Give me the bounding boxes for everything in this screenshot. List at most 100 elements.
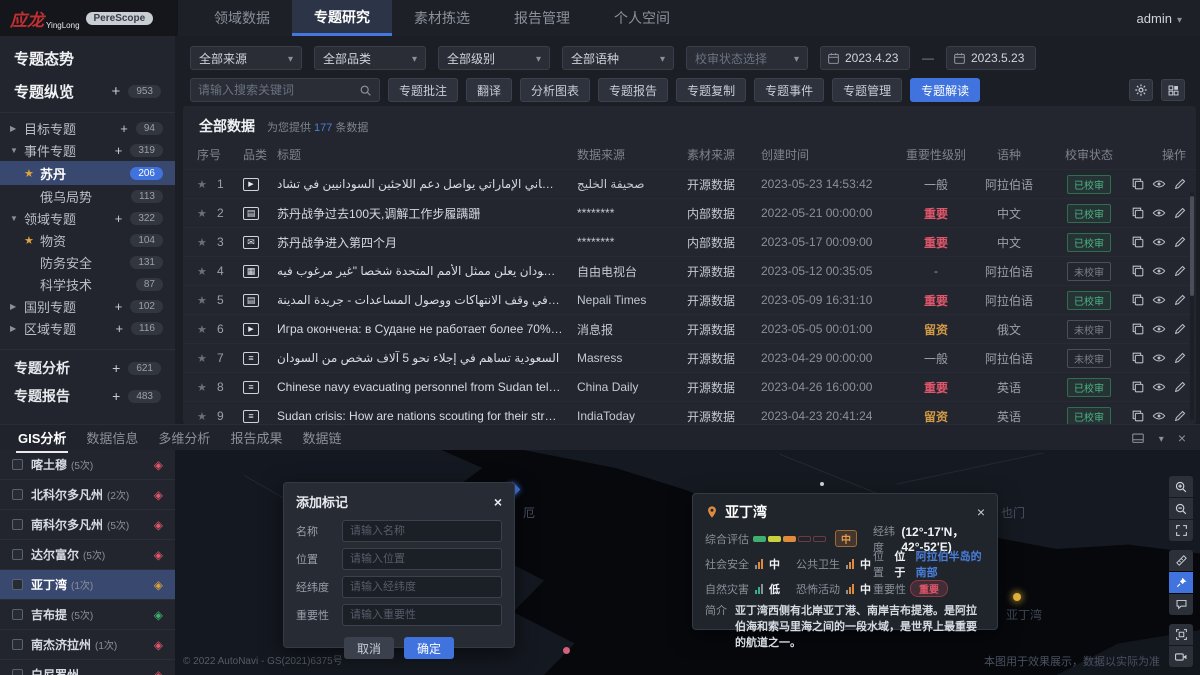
date-from-picker[interactable]: 2023.4.23 xyxy=(820,46,910,70)
location-north-kordofan[interactable]: 北科尔多凡州(2次) xyxy=(0,480,175,510)
zoom-out-button[interactable] xyxy=(1169,498,1193,519)
topic-report-button[interactable]: 专题报告 xyxy=(598,78,668,102)
row-title[interactable]: Sudan crisis: How are nations scouting f… xyxy=(277,409,577,423)
edit-icon[interactable] xyxy=(1173,206,1187,220)
sidebar-item-target-topics[interactable]: 目标专题94 xyxy=(0,117,175,139)
importance-field[interactable] xyxy=(342,604,502,626)
close-icon[interactable] xyxy=(1178,430,1186,446)
edit-icon[interactable] xyxy=(1173,409,1187,423)
sidebar-title-overview[interactable]: 专题纵览 953 xyxy=(0,71,175,113)
checkbox[interactable] xyxy=(12,579,23,590)
eye-icon[interactable] xyxy=(1152,351,1166,365)
eye-icon[interactable] xyxy=(1152,235,1166,249)
copy-icon[interactable] xyxy=(1131,322,1145,336)
nav-personal-space[interactable]: 个人空间 xyxy=(592,0,692,36)
table-row[interactable]: 1الفريق الإنساني الإماراتي يواصل دعم الل… xyxy=(183,169,1196,198)
eye-icon[interactable] xyxy=(1152,206,1166,220)
comment-button[interactable] xyxy=(1169,594,1193,615)
copy-icon[interactable] xyxy=(1131,235,1145,249)
sidebar-item-topic-analysis[interactable]: 专题分析621 xyxy=(0,354,175,382)
sidebar-item-sudan[interactable]: 苏丹206 xyxy=(0,161,175,185)
translate-button[interactable]: 翻译 xyxy=(466,78,512,102)
table-row[interactable]: 9Sudan crisis: How are nations scouting … xyxy=(183,401,1196,424)
copy-icon[interactable] xyxy=(1131,293,1145,307)
edit-icon[interactable] xyxy=(1173,293,1187,307)
category-filter-dropdown[interactable]: 全部品类 xyxy=(314,46,426,70)
add-icon[interactable] xyxy=(115,321,123,336)
row-title[interactable]: Игра окончена: в Судане не работает боле… xyxy=(277,322,577,336)
tab-data-chain[interactable]: 数据链 xyxy=(300,424,343,451)
analysis-chart-button[interactable]: 分析图表 xyxy=(520,78,590,102)
star-icon[interactable] xyxy=(197,178,217,191)
name-field[interactable] xyxy=(342,520,502,542)
cancel-button[interactable]: 取消 xyxy=(344,637,394,659)
panel-icon[interactable] xyxy=(1131,431,1145,445)
nav-domain-data[interactable]: 领域数据 xyxy=(192,0,292,36)
eye-icon[interactable] xyxy=(1152,380,1166,394)
star-icon[interactable] xyxy=(197,381,217,394)
row-title[interactable]: 苏丹战争进入第四个月 xyxy=(277,234,577,251)
add-icon[interactable] xyxy=(112,360,120,376)
fullscreen-button[interactable] xyxy=(1169,520,1193,541)
nav-topic-research[interactable]: 专题研究 xyxy=(292,0,392,36)
checkbox[interactable] xyxy=(12,519,23,530)
settings-button[interactable] xyxy=(1129,79,1153,101)
language-filter-dropdown[interactable]: 全部语种 xyxy=(562,46,674,70)
edit-icon[interactable] xyxy=(1173,264,1187,278)
tab-gis-analysis[interactable]: GIS分析 xyxy=(16,424,68,451)
marker-icon[interactable] xyxy=(154,578,163,592)
add-icon[interactable] xyxy=(115,211,123,226)
marker-icon[interactable] xyxy=(154,548,163,562)
table-row[interactable]: 8Chinese navy evacuating personnel from … xyxy=(183,372,1196,401)
sidebar-item-defense-security[interactable]: 防务安全131 xyxy=(0,251,175,273)
star-icon[interactable] xyxy=(197,352,217,365)
checkbox[interactable] xyxy=(12,459,23,470)
nav-report-manage[interactable]: 报告管理 xyxy=(492,0,592,36)
star-icon[interactable] xyxy=(197,265,217,278)
marker-icon[interactable] xyxy=(154,518,163,532)
eye-icon[interactable] xyxy=(1152,264,1166,278)
location-khartoum[interactable]: 喀土穆(5次) xyxy=(0,450,175,480)
copy-icon[interactable] xyxy=(1131,177,1145,191)
sidebar-item-topic-report[interactable]: 专题报告483 xyxy=(0,382,175,410)
checkbox[interactable] xyxy=(12,489,23,500)
record-button[interactable] xyxy=(1169,646,1193,667)
source-filter-dropdown[interactable]: 全部来源 xyxy=(190,46,302,70)
add-icon[interactable] xyxy=(115,299,123,314)
edit-icon[interactable] xyxy=(1173,177,1187,191)
map-dot-red[interactable] xyxy=(563,647,570,654)
copy-icon[interactable] xyxy=(1131,380,1145,394)
close-icon[interactable] xyxy=(494,494,502,510)
eye-icon[interactable] xyxy=(1152,177,1166,191)
eye-icon[interactable] xyxy=(1152,293,1166,307)
edit-icon[interactable] xyxy=(1173,322,1187,336)
marker-icon[interactable] xyxy=(154,458,163,472)
screenshot-button[interactable] xyxy=(1169,624,1193,645)
sidebar-title-situation[interactable]: 专题态势 xyxy=(0,36,175,71)
sidebar-item-science-tech[interactable]: 科学技术87 xyxy=(0,273,175,295)
tab-report-results[interactable]: 报告成果 xyxy=(228,424,284,451)
checkbox[interactable] xyxy=(12,549,23,560)
user-menu[interactable]: admin xyxy=(1137,11,1182,26)
star-icon[interactable] xyxy=(197,323,217,336)
topic-annotate-button[interactable]: 专题批注 xyxy=(388,78,458,102)
loc-link[interactable]: 阿拉伯半岛的南部 xyxy=(916,548,985,580)
location-south-gezira[interactable]: 南杰济拉州(1次) xyxy=(0,630,175,660)
star-icon[interactable] xyxy=(197,410,217,423)
topic-event-button[interactable]: 专题事件 xyxy=(754,78,824,102)
copy-icon[interactable] xyxy=(1131,351,1145,365)
table-scrollbar[interactable] xyxy=(1190,192,1194,420)
checkbox[interactable] xyxy=(12,609,23,620)
search-icon[interactable] xyxy=(359,84,372,97)
copy-icon[interactable] xyxy=(1131,264,1145,278)
add-icon[interactable] xyxy=(115,143,123,158)
sidebar-item-country-topics[interactable]: 国别专题102 xyxy=(0,295,175,317)
row-title[interactable]: 苏丹战争过去100天,调解工作步履蹒跚 xyxy=(277,205,577,222)
row-title[interactable]: الفريق الإنساني الإماراتي يواصل دعم اللا… xyxy=(277,177,577,191)
table-row[interactable]: 4السودان يعلن ممثل الأمم المتحدة شخصا "غ… xyxy=(183,256,1196,285)
sidebar-item-region-topics[interactable]: 区域专题116 xyxy=(0,317,175,339)
edit-icon[interactable] xyxy=(1173,380,1187,394)
table-row[interactable]: 6Игра окончена: в Судане не работает бол… xyxy=(183,314,1196,343)
row-title[interactable]: استمرار محادثات جدة أملاً في وقف الانتها… xyxy=(277,293,577,307)
zoom-in-button[interactable] xyxy=(1169,476,1193,497)
